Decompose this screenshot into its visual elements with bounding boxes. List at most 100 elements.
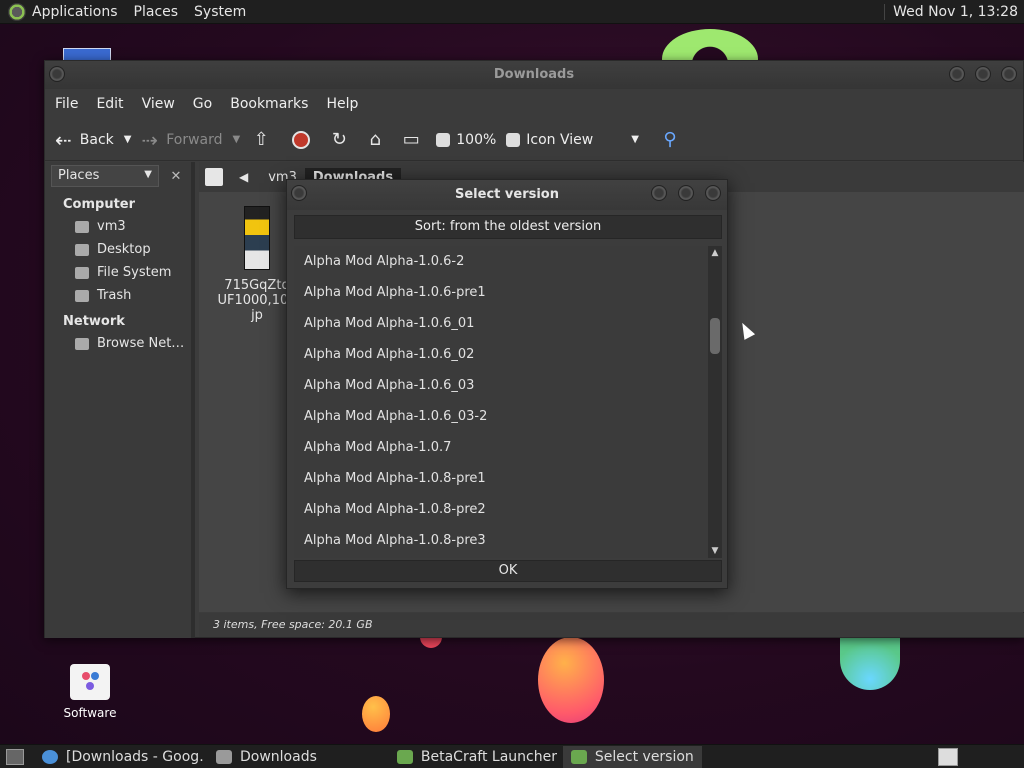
workspace-switcher[interactable] [938, 748, 958, 766]
chevron-down-icon[interactable]: ▼ [233, 134, 241, 145]
home-icon[interactable]: ⌂ [364, 129, 386, 151]
wallpaper-shape [840, 636, 900, 690]
reload-icon[interactable]: ↻ [328, 129, 350, 151]
zoom-in-icon[interactable] [506, 132, 521, 147]
chevron-down-icon: ▼ [631, 134, 639, 145]
task-downloads[interactable]: Downloads [208, 746, 325, 768]
window-menu-button[interactable] [291, 185, 307, 201]
wallpaper-shape [538, 637, 604, 723]
trash-icon [75, 289, 89, 302]
edit-location-icon[interactable] [205, 168, 223, 186]
betacraft-icon [570, 749, 587, 764]
file-item[interactable]: 715GqZtq UF1000,100 jp [217, 206, 297, 323]
places-bar: Places ✕ [45, 162, 191, 190]
menu-file[interactable]: File [55, 96, 78, 112]
back-arrow-icon: ⇠ [55, 127, 72, 152]
sidebar-item-trash[interactable]: Trash [45, 284, 191, 307]
chrome-icon [42, 749, 58, 764]
list-item[interactable]: Alpha Mod Alpha-1.0.6_01 [294, 308, 708, 339]
scroll-up-icon[interactable]: ▲ [708, 248, 722, 258]
search-icon[interactable]: ⚲ [659, 129, 681, 151]
sort-button[interactable]: Sort: from the oldest version [294, 215, 722, 239]
sidebar: Places ✕ Computer vm3 Desktop File Syste… [45, 162, 195, 638]
toolbar: ⇠ Back ▼ ⇢ Forward ▼ ⇧ ↻ ⌂ ▭ 100% Icon V… [45, 119, 1023, 161]
drive-icon [75, 266, 89, 279]
menu-bookmarks[interactable]: Bookmarks [230, 96, 308, 112]
status-bar: 3 items, Free space: 20.1 GB [199, 613, 1024, 637]
select-version-dialog: Select version Sort: from the oldest ver… [286, 179, 728, 589]
sidebar-item-vm3[interactable]: vm3 [45, 215, 191, 238]
places-select[interactable]: Places [51, 165, 159, 187]
list-item[interactable]: Alpha Mod Alpha-1.0.8-pre1 [294, 463, 708, 494]
list-item[interactable]: Alpha Mod Alpha-1.0.6-pre1 [294, 277, 708, 308]
scrollbar-thumb[interactable] [710, 318, 720, 354]
bottom-taskbar: [Downloads - Goog… Downloads BetaCraft L… [0, 744, 1024, 768]
show-desktop-icon[interactable] [6, 748, 24, 765]
menu-go[interactable]: Go [193, 96, 212, 112]
mate-logo-icon[interactable] [8, 2, 26, 21]
maximize-button[interactable] [678, 185, 694, 201]
top-panel: Applications Places System Wed Nov 1, 13… [0, 0, 1024, 24]
window-title: Downloads [493, 67, 575, 82]
sidebar-item-file-system[interactable]: File System [45, 261, 191, 284]
image-thumbnail [244, 206, 270, 270]
minimize-button[interactable] [651, 185, 667, 201]
ok-button[interactable]: OK [294, 560, 722, 582]
list-item[interactable]: Alpha Mod Alpha-1.0.6_02 [294, 339, 708, 370]
close-button[interactable] [1001, 66, 1017, 82]
dialog-title: Select version [455, 187, 559, 202]
close-button[interactable] [705, 185, 721, 201]
desktop-icon-label: Software [63, 706, 117, 720]
window-menu-button[interactable] [49, 66, 65, 82]
forward-button[interactable]: ⇢ Forward ▼ [141, 128, 240, 152]
scroll-down-icon[interactable]: ▼ [708, 546, 722, 556]
menu-edit[interactable]: Edit [96, 96, 123, 112]
computer-icon[interactable]: ▭ [400, 129, 422, 151]
task-betacraft-launcher[interactable]: BetaCraft Launcher … [389, 746, 559, 768]
up-arrow-icon[interactable]: ⇧ [250, 129, 272, 151]
file-name: 715GqZtq UF1000,100 jp [217, 278, 297, 323]
desktop-icon-software[interactable]: Software [52, 664, 128, 720]
minimize-button[interactable] [949, 66, 965, 82]
sidebar-item-browse-network[interactable]: Browse Net… [45, 332, 191, 355]
version-list-scrollbar[interactable]: ▲ ▼ [708, 246, 722, 558]
view-mode-select[interactable]: Icon View ▼ [526, 132, 639, 148]
menu-help[interactable]: Help [326, 96, 358, 112]
chevron-down-icon[interactable]: ▼ [124, 134, 132, 145]
version-list[interactable]: Alpha Mod Alpha-1.0.6-2 Alpha Mod Alpha-… [294, 246, 708, 558]
list-item[interactable]: Alpha Mod Alpha-1.0.8-pre3 [294, 525, 708, 556]
task-select-version[interactable]: Select version [562, 745, 702, 768]
maximize-button[interactable] [975, 66, 991, 82]
clock[interactable]: Wed Nov 1, 13:28 [884, 3, 1018, 20]
chevron-left-icon[interactable]: ◀ [239, 170, 248, 184]
sidebar-section-computer: Computer [63, 197, 136, 212]
back-button[interactable]: ⇠ Back ▼ [55, 128, 131, 152]
window-titlebar[interactable]: Downloads [45, 61, 1023, 89]
task-chrome-downloads[interactable]: [Downloads - Goog… [34, 746, 204, 768]
forward-arrow-icon: ⇢ [141, 127, 159, 152]
stop-icon[interactable] [292, 130, 311, 149]
zoom-out-icon[interactable] [436, 132, 451, 147]
menu-system[interactable]: System [194, 4, 246, 20]
dialog-titlebar[interactable]: Select version [287, 180, 727, 210]
menu-places[interactable]: Places [134, 4, 179, 20]
list-item[interactable]: Alpha Mod Alpha-1.0.7 [294, 432, 708, 463]
list-item[interactable]: Alpha Mod Alpha-1.0.6_03 [294, 370, 708, 401]
menubar: File Edit View Go Bookmarks Help [45, 89, 1023, 119]
zoom-level: 100% [456, 131, 497, 148]
list-item[interactable]: Alpha Mod Alpha-1.0.6-2 [294, 246, 708, 277]
wallpaper-shape [362, 696, 390, 732]
menu-applications[interactable]: Applications [32, 4, 118, 20]
folder-icon [216, 749, 232, 764]
sidebar-item-desktop[interactable]: Desktop [45, 238, 191, 261]
close-icon[interactable]: ✕ [167, 169, 185, 184]
sidebar-section-network: Network [63, 314, 125, 329]
software-icon [70, 664, 110, 700]
network-icon [75, 337, 89, 350]
list-item[interactable]: Alpha Mod Alpha-1.0.6_03-2 [294, 401, 708, 432]
betacraft-icon [396, 749, 413, 764]
list-item[interactable]: Alpha Mod Alpha-1.0.8-pre2 [294, 494, 708, 525]
menu-view[interactable]: View [142, 96, 175, 112]
desktop-icon [75, 243, 89, 256]
home-icon [75, 220, 89, 233]
